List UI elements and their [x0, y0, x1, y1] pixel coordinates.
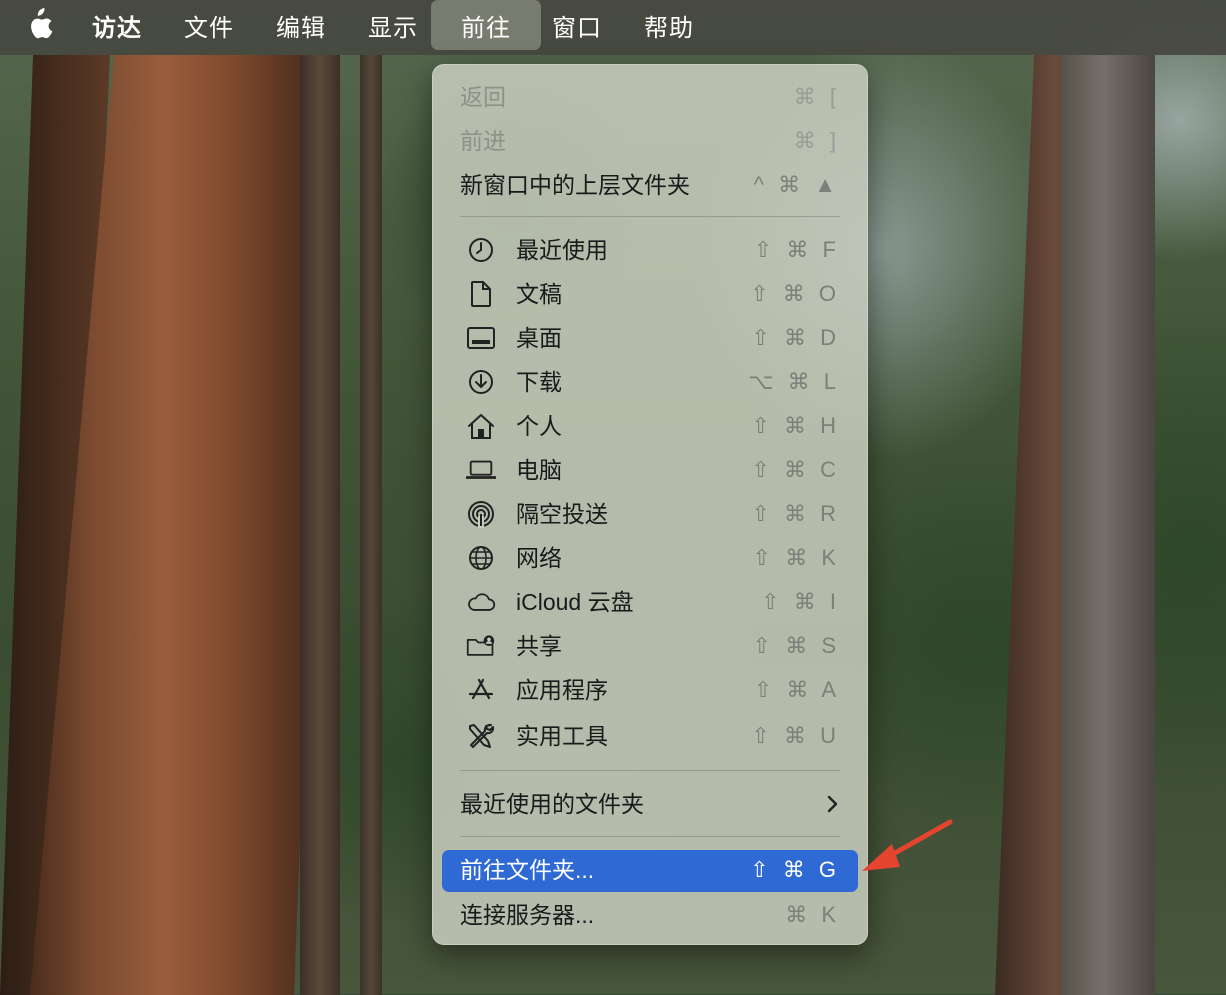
document-icon: [466, 280, 496, 308]
menu-separator: [460, 770, 840, 771]
menu-item-shortcut: ⇧ ⌘ C: [751, 457, 840, 482]
menu-bar: 访达 文件 编辑 显示 前往 窗口 帮助: [0, 0, 1226, 55]
menu-item-enclosing-folder-new-window[interactable]: 新窗口中的上层文件夹 ^ ⌘ ▲: [442, 165, 858, 205]
annotation-arrow-icon: [862, 819, 953, 871]
menu-item-shortcut: ⇧ ⌘ F: [753, 237, 840, 262]
menu-item-label: 个人: [516, 413, 562, 439]
menu-item-shortcut: ⇧ ⌘ K: [752, 545, 840, 570]
airdrop-icon: [466, 500, 496, 528]
menu-item-label: 隔空投送: [516, 501, 608, 527]
menu-item-icloud-drive[interactable]: iCloud 云盘 ⇧ ⌘ I: [442, 582, 858, 622]
menu-item-shortcut: ⇧ ⌘ S: [752, 633, 840, 658]
menu-item-label: 前进: [460, 128, 506, 154]
menu-item-applications[interactable]: 应用程序 ⇧ ⌘ A: [442, 670, 858, 710]
apple-icon[interactable]: [25, 8, 53, 42]
menu-item-shared[interactable]: 共享 ⇧ ⌘ S: [442, 626, 858, 666]
menu-item-utilities[interactable]: 实用工具 ⇧ ⌘ U: [442, 716, 858, 756]
go-menu: 返回 ⌘ [ 前进 ⌘ ] 新窗口中的上层文件夹 ^ ⌘ ▲ 最近使用 ⇧ ⌘ …: [432, 64, 868, 945]
applications-icon: [466, 676, 496, 704]
menu-item-downloads[interactable]: 下载 ⌥ ⌘ L: [442, 362, 858, 402]
menu-item-network[interactable]: 网络 ⇧ ⌘ K: [442, 538, 858, 578]
tree-trunk: [1060, 55, 1155, 995]
menu-item-label: 网络: [516, 545, 562, 571]
menu-item-forward[interactable]: 前进 ⌘ ]: [442, 121, 858, 161]
menu-item-shortcut: ⌘ [: [793, 84, 840, 109]
menu-item-documents[interactable]: 文稿 ⇧ ⌘ O: [442, 274, 858, 314]
menu-item-label: 电脑: [516, 457, 562, 483]
menubar-item-help[interactable]: 帮助: [634, 0, 704, 50]
menu-item-label: 文稿: [516, 281, 562, 307]
cloud-icon: [466, 588, 496, 616]
menu-item-shortcut: ⇧ ⌘ U: [751, 723, 840, 748]
menu-item-desktop[interactable]: 桌面 ⇧ ⌘ D: [442, 318, 858, 358]
menu-item-shortcut: ⌘ K: [785, 902, 840, 927]
tree-trunk: [300, 55, 340, 995]
menu-item-label: 下载: [516, 369, 562, 395]
utilities-icon: [466, 722, 496, 750]
menu-item-label: 应用程序: [516, 677, 608, 703]
menu-item-shortcut: ⌥ ⌘ L: [748, 369, 840, 394]
menu-item-label: 新窗口中的上层文件夹: [460, 172, 690, 198]
menu-item-label: iCloud 云盘: [516, 589, 634, 615]
desktop-icon: [466, 324, 496, 352]
chevron-right-icon: [827, 795, 838, 813]
menu-item-shortcut: ⇧ ⌘ G: [750, 857, 840, 882]
menubar-item-view[interactable]: 显示: [358, 0, 428, 50]
menu-item-home[interactable]: 个人 ⇧ ⌘ H: [442, 406, 858, 446]
menubar-item-window[interactable]: 窗口: [542, 0, 612, 50]
menu-item-shortcut: ⇧ ⌘ A: [753, 677, 840, 702]
menu-item-recents[interactable]: 最近使用 ⇧ ⌘ F: [442, 230, 858, 270]
home-icon: [466, 412, 496, 440]
menu-item-shortcut: ⇧ ⌘ R: [751, 501, 840, 526]
menubar-item-edit[interactable]: 编辑: [266, 0, 336, 50]
menu-item-label: 实用工具: [516, 723, 608, 749]
menubar-item-file[interactable]: 文件: [174, 0, 244, 50]
download-icon: [466, 368, 496, 396]
menu-item-shortcut: ^ ⌘ ▲: [753, 172, 840, 197]
menu-separator: [460, 836, 840, 837]
laptop-icon: [466, 456, 496, 484]
globe-icon: [466, 544, 496, 572]
menu-item-label: 共享: [516, 633, 562, 659]
menu-item-shortcut: ⇧ ⌘ O: [750, 281, 840, 306]
menu-item-recent-folders[interactable]: 最近使用的文件夹: [442, 784, 858, 824]
menu-item-shortcut: ⇧ ⌘ H: [751, 413, 840, 438]
menu-item-label: 前往文件夹...: [460, 857, 595, 883]
menu-item-label: 最近使用的文件夹: [460, 791, 644, 817]
menu-item-shortcut: ⇧ ⌘ D: [751, 325, 840, 350]
menu-separator: [460, 216, 840, 217]
tree-trunk: [360, 55, 382, 995]
menu-item-label: 连接服务器...: [460, 902, 595, 928]
menu-item-back[interactable]: 返回 ⌘ [: [442, 77, 858, 117]
menubar-item-finder[interactable]: 访达: [82, 0, 152, 50]
menu-item-label: 最近使用: [516, 237, 608, 263]
menu-item-shortcut: ⇧ ⌘ I: [761, 589, 840, 614]
menubar-item-go[interactable]: 前往: [431, 0, 541, 50]
menu-item-shortcut: ⌘ ]: [793, 128, 840, 153]
menu-item-go-to-folder[interactable]: 前往文件夹... ⇧ ⌘ G: [442, 850, 858, 892]
menu-item-airdrop[interactable]: 隔空投送 ⇧ ⌘ R: [442, 494, 858, 534]
menu-item-label: 桌面: [516, 325, 562, 351]
menu-item-computer[interactable]: 电脑 ⇧ ⌘ C: [442, 450, 858, 490]
menu-item-connect-to-server[interactable]: 连接服务器... ⌘ K: [442, 895, 858, 935]
clock-icon: [466, 236, 496, 264]
shared-folder-icon: [466, 632, 496, 660]
menu-item-label: 返回: [460, 84, 506, 110]
